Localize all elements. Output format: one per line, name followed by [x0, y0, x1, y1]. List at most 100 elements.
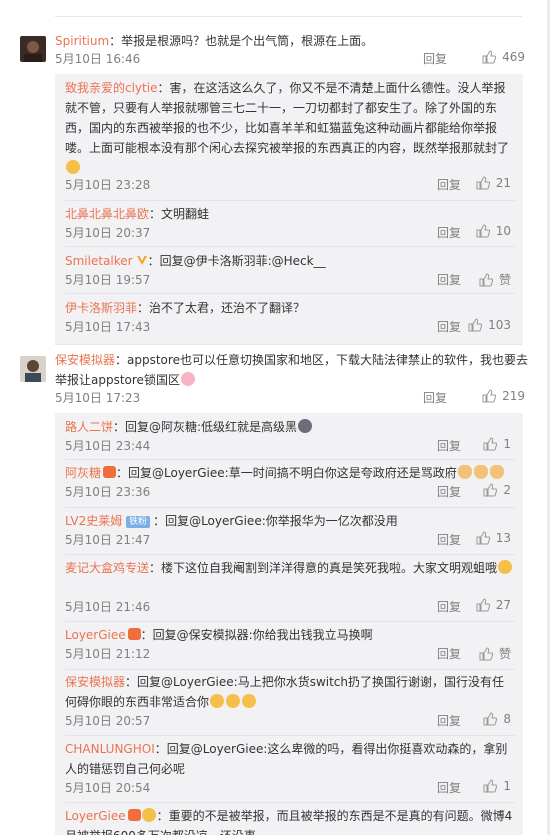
sub-body: ：回复@LoyerGiee:草一时间搞不明白你这是夸政府还是骂政府: [116, 466, 457, 480]
comment-meta: 5月10日 17:23 回复 219: [55, 389, 525, 409]
comment-time: 5月10日 16:46: [55, 52, 141, 66]
reply-button[interactable]: 回复: [437, 645, 461, 662]
sub-comments: 路人二饼：回复@阿灰糖:低级红就是高级黑 5月10日 23:44 回复 1 阿灰…: [55, 413, 523, 835]
like-count: 8: [503, 712, 511, 726]
sub-username[interactable]: 路人二饼: [65, 420, 113, 434]
sub-time: 5月10日 21:46: [65, 600, 151, 614]
sub-comment-text: Smiletalker ：回复@伊卡洛斯羽菲:@Heck__: [65, 251, 515, 271]
reply-button[interactable]: 回复: [437, 779, 461, 796]
sub-username[interactable]: 阿灰糖: [65, 466, 101, 480]
divider: [65, 293, 515, 294]
sub-username[interactable]: LoyerGiee: [65, 809, 126, 823]
sub-username[interactable]: 北鼻北鼻北鼻欧: [65, 207, 149, 221]
fan-badge-icon: [127, 628, 141, 640]
reply-button[interactable]: 回复: [437, 176, 461, 193]
emoji-icon: [226, 694, 241, 708]
like-button[interactable]: 2: [483, 483, 511, 497]
sub-meta: 5月10日 19:57 回复 赞: [65, 271, 511, 291]
sub-time: 5月10日 23:36: [65, 485, 151, 499]
sub-body: ：回复@LoyerGiee:你举报华为一亿次都没用: [153, 514, 398, 528]
sub-meta: 5月10日 20:57 回复 8: [65, 712, 511, 732]
sub-body: ：治不了太君，还治不了翻译？: [137, 301, 306, 315]
sub-time: 5月10日 20:54: [65, 781, 151, 795]
thumb-up-icon: [482, 389, 497, 403]
sub-username[interactable]: CHANLUNGHOI: [65, 742, 155, 756]
like-count: 10: [495, 224, 511, 238]
comment-meta: 5月10日 16:46 回复 469: [55, 50, 525, 70]
sub-time: 5月10日 23:28: [65, 178, 151, 192]
sub-comment-text: 伊卡洛斯羽菲：治不了太君，还治不了翻译？: [65, 298, 515, 318]
comment-text: 保安模拟器：appstore也可以任意切换国家和地区，下载大陆法律禁止的软件，我…: [55, 350, 528, 390]
sub-comment-text: LoyerGiee ：回复@保安模拟器:你给我出钱我立马换啊: [65, 625, 515, 645]
reply-button[interactable]: 回复: [423, 389, 447, 406]
like-button[interactable]: 21: [476, 176, 511, 190]
reply-button[interactable]: 回复: [437, 598, 461, 615]
reply-button[interactable]: 回复: [437, 224, 461, 241]
thumb-up-icon: [479, 646, 493, 660]
sub-comment-text: CHANLUNGHOI：回复@LoyerGiee:这么卑微的吗，看得出你挺喜欢动…: [65, 739, 515, 779]
like-button[interactable]: 8: [483, 712, 511, 726]
clap-emoji-icon: [457, 465, 472, 479]
reply-button[interactable]: 回复: [437, 712, 461, 729]
sub-meta: 5月10日 23:28 回复 21: [65, 176, 511, 196]
comment-username[interactable]: 保安模拟器: [55, 353, 115, 367]
divider: [65, 621, 515, 622]
like-button[interactable]: 103: [468, 318, 511, 332]
sub-username[interactable]: LV2史莱姆: [65, 514, 122, 528]
like-button[interactable]: 1: [483, 437, 511, 451]
sub-body: ：回复@LoyerGiee:马上把你水货switch扔了换国行谢谢，国行没有任何…: [65, 675, 505, 709]
like-button[interactable]: 219: [482, 389, 525, 403]
fan-badge-icon: [127, 809, 141, 821]
like-count: 21: [495, 176, 511, 190]
sub-time: 5月10日 20:37: [65, 226, 151, 240]
sub-meta: 5月10日 23:44 回复 1: [65, 437, 511, 457]
emoji-icon: [298, 419, 313, 433]
reply-button[interactable]: 回复: [437, 483, 461, 500]
avatar[interactable]: [20, 356, 46, 382]
thumb-up-icon: [476, 176, 490, 190]
thumb-up-icon: [483, 437, 498, 451]
like-button[interactable]: 27: [476, 598, 511, 612]
comment-username[interactable]: Spiritium: [55, 34, 109, 48]
sub-comment-text: 路人二饼：回复@阿灰糖:低级红就是高级黑: [65, 417, 515, 437]
sub-username[interactable]: Smiletalker: [65, 254, 133, 268]
like-button[interactable]: 10: [476, 224, 511, 238]
reply-button[interactable]: 回复: [437, 437, 461, 454]
sub-meta: 5月10日 23:36 回复 2: [65, 483, 511, 503]
like-button[interactable]: 1: [483, 779, 511, 793]
sub-time: 5月10日 20:57: [65, 714, 151, 728]
reply-button[interactable]: 回复: [437, 531, 461, 548]
sub-time: 5月10日 21:12: [65, 647, 151, 661]
sub-comment-text: 麦记大盒鸡专送：楼下这位自我阉割到洋洋得意的真是笑死我啦。大家文明观蛆哦: [65, 558, 515, 578]
sub-username[interactable]: 伊卡洛斯羽菲: [65, 301, 137, 315]
sub-meta: 5月10日 20:54 回复 1: [65, 779, 511, 799]
sub-username[interactable]: 麦记大盒鸡专送: [65, 561, 149, 575]
divider: [65, 735, 515, 736]
thumb-up-icon: [476, 531, 490, 545]
sub-time: 5月10日 23:44: [65, 439, 151, 453]
reply-button[interactable]: 回复: [437, 318, 461, 335]
avatar[interactable]: [20, 36, 46, 62]
sub-comment-text: 保安模拟器：回复@LoyerGiee:马上把你水货switch扔了换国行谢谢，国…: [65, 672, 515, 712]
like-button[interactable]: 469: [482, 50, 525, 64]
sub-username[interactable]: 保安模拟器: [65, 675, 125, 689]
like-count: 1: [503, 779, 511, 793]
like-button[interactable]: 13: [476, 531, 511, 545]
sub-username[interactable]: 致我亲爱的clytie: [65, 81, 157, 95]
sub-time: 5月10日 19:57: [65, 273, 151, 287]
reply-button[interactable]: 回复: [423, 50, 447, 67]
emoji-icon: [210, 694, 225, 708]
thumb-up-icon: [483, 712, 498, 726]
sub-username[interactable]: LoyerGiee: [65, 628, 126, 642]
reply-button[interactable]: 回复: [437, 271, 461, 288]
verified-v-icon: [136, 256, 147, 265]
like-button[interactable]: 赞: [479, 271, 511, 288]
sub-comment-text: LoyerGiee：重要的不是被举报，而且被举报的东西是不是真的有问题。微博4月…: [65, 806, 515, 835]
sub-meta: 5月10日 21:46 回复 27: [65, 598, 511, 618]
sub-time: 5月10日 17:43: [65, 320, 151, 334]
thumb-up-icon: [483, 483, 498, 497]
like-button[interactable]: 赞: [479, 645, 511, 662]
clap-emoji-icon: [489, 465, 504, 479]
divider: [65, 802, 515, 803]
sub-meta: 5月10日 20:37 回复 10: [65, 224, 511, 244]
